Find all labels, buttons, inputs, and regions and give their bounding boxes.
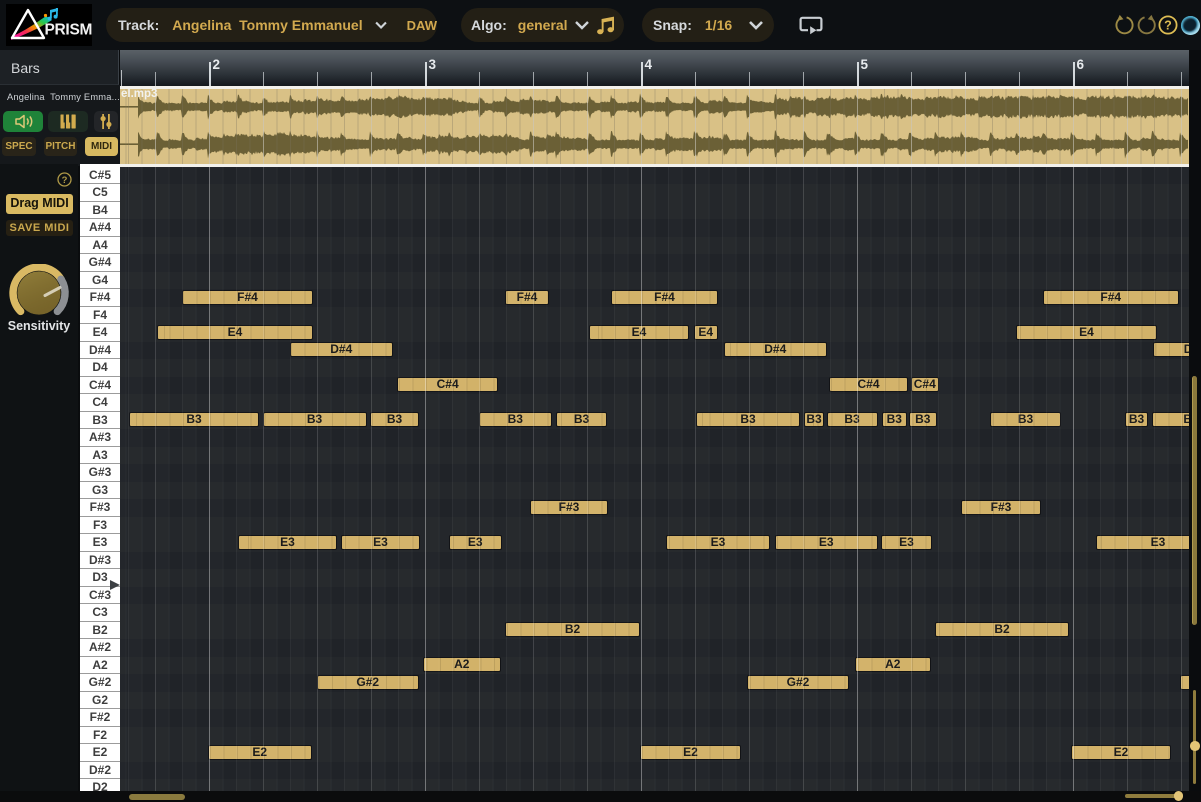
svg-text:?: ? (1164, 19, 1172, 33)
svg-text:PRISM: PRISM (45, 22, 93, 39)
svg-text:?: ? (62, 175, 68, 186)
